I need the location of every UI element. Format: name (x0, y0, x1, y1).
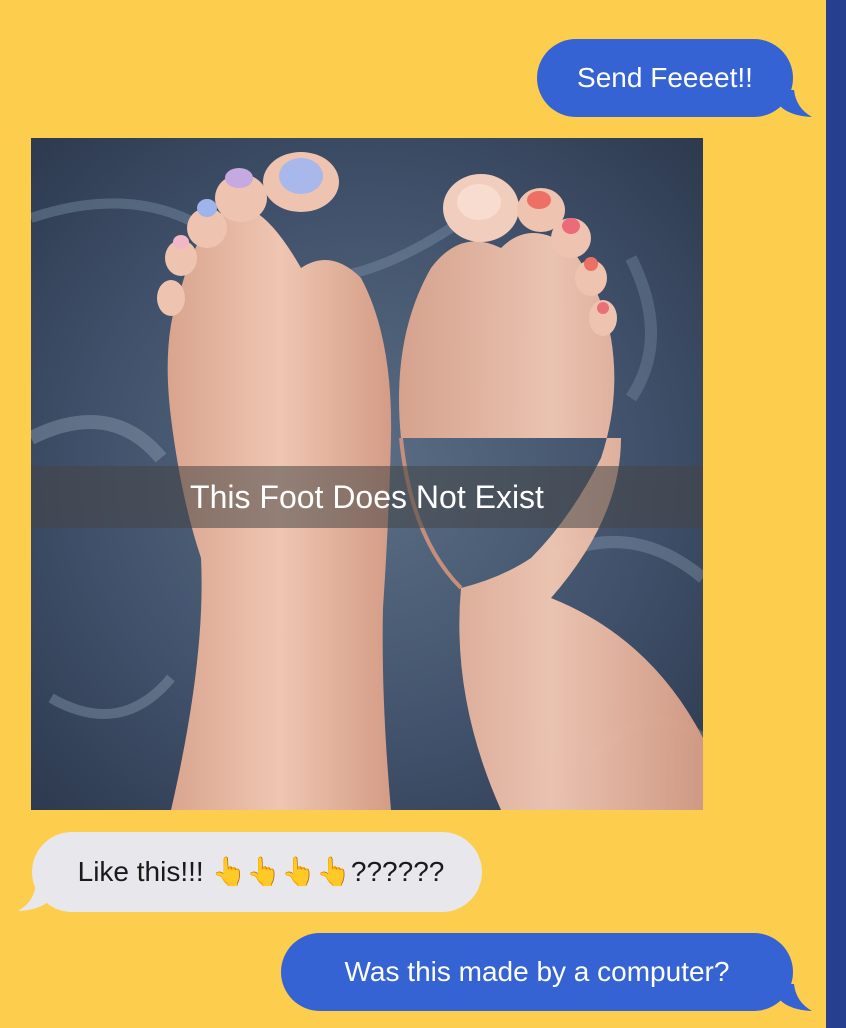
received-message-bubble[interactable]: Like this!!! 👆👆👆👆?????? (32, 832, 482, 912)
photo-caption: This Foot Does Not Exist (190, 478, 544, 515)
bubble-tail-icon (780, 984, 812, 1011)
sent-message-bubble[interactable]: Send Feeeet!! (537, 39, 793, 117)
bubble-tail-icon (18, 884, 50, 911)
message-text: Was this made by a computer? (344, 956, 730, 987)
photo-caption-bar: This Foot Does Not Exist (31, 466, 703, 528)
side-stripe (826, 0, 846, 1028)
bubble-tail-icon (780, 90, 812, 117)
message-text: Send Feeeet!! (577, 62, 753, 93)
sent-message-bubble[interactable]: Was this made by a computer? (281, 933, 793, 1011)
foot-photo[interactable]: This Foot Does Not Exist (31, 138, 703, 810)
message-text: Like this!!! 👆👆👆👆?????? (77, 856, 445, 887)
